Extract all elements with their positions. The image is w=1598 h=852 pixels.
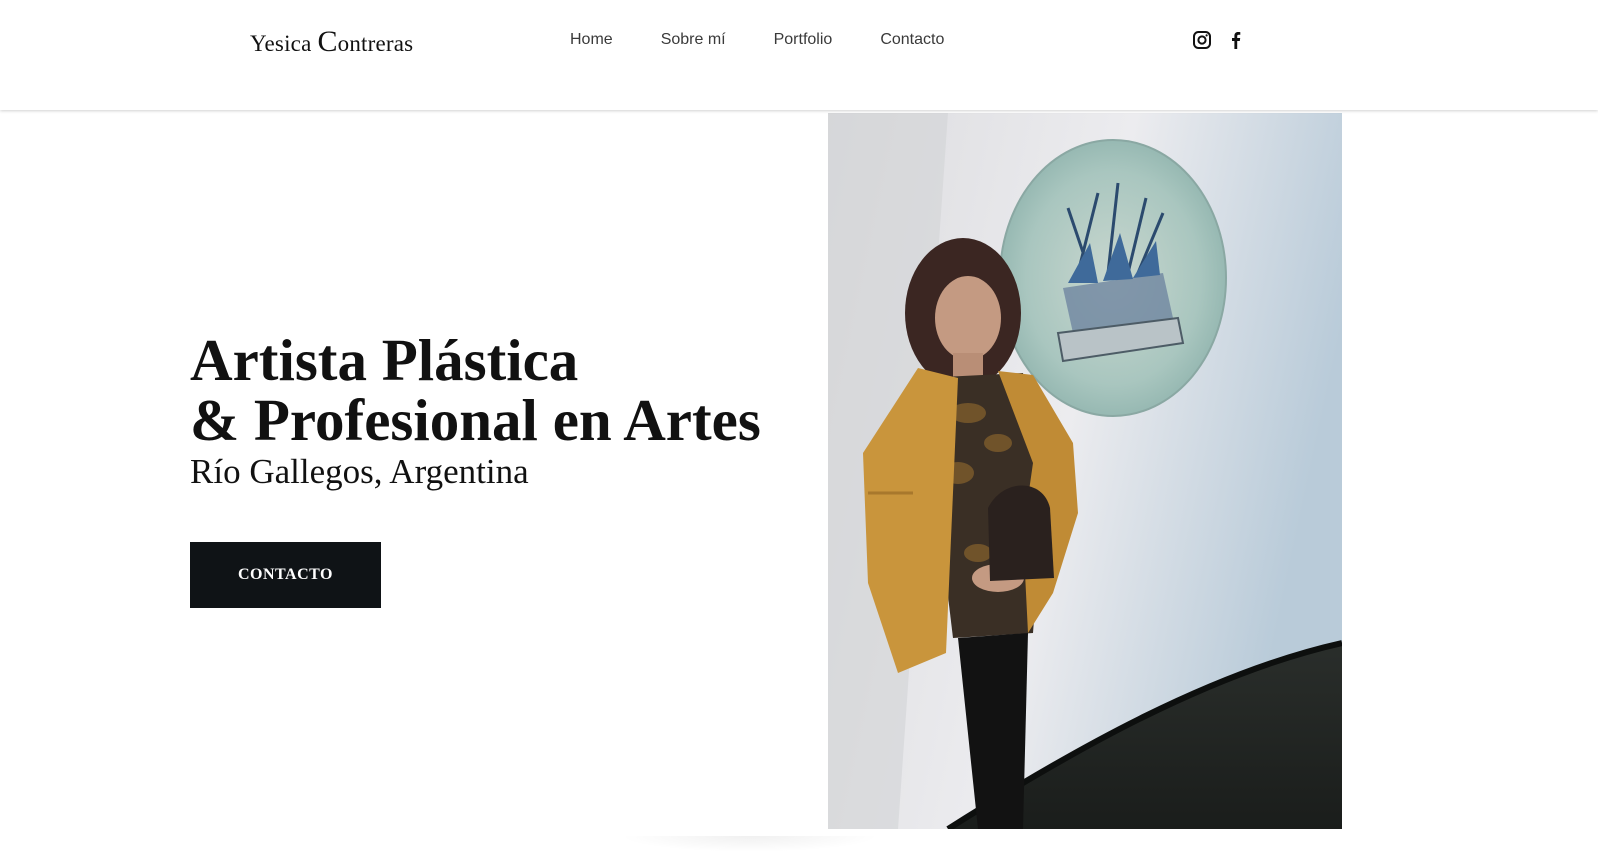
- logo-text-cap: C: [317, 25, 338, 58]
- social-links: [1192, 30, 1246, 50]
- logo-text-first: Yesica: [250, 31, 318, 56]
- nav-item-portfolio[interactable]: Portfolio: [774, 28, 833, 52]
- site-header: Yesica Contreras Home Sobre mí Portfolio…: [0, 0, 1598, 110]
- hero-text: Artista Plástica & Profesional en Artes …: [190, 330, 810, 492]
- logo-text-rest: ontreras: [337, 31, 414, 56]
- nav-item-contacto[interactable]: Contacto: [880, 28, 944, 52]
- bottom-shadow: [620, 836, 880, 852]
- main-nav: Home Sobre mí Portfolio Contacto: [570, 28, 992, 52]
- contact-button[interactable]: CONTACTO: [190, 542, 381, 608]
- site-logo[interactable]: Yesica Contreras: [250, 22, 413, 64]
- hero-title: Artista Plástica & Profesional en Artes: [190, 330, 810, 450]
- nav-item-home[interactable]: Home: [570, 28, 613, 52]
- hero-title-line1: Artista Plástica: [190, 327, 579, 393]
- nav-item-sobre-mi[interactable]: Sobre mí: [661, 28, 726, 52]
- artist-photo: [828, 113, 1342, 829]
- hero-title-line2: & Profesional en Artes: [190, 387, 761, 453]
- instagram-icon[interactable]: [1192, 30, 1212, 50]
- hero-location: Río Gallegos, Argentina: [190, 452, 529, 491]
- facebook-icon[interactable]: [1226, 30, 1246, 50]
